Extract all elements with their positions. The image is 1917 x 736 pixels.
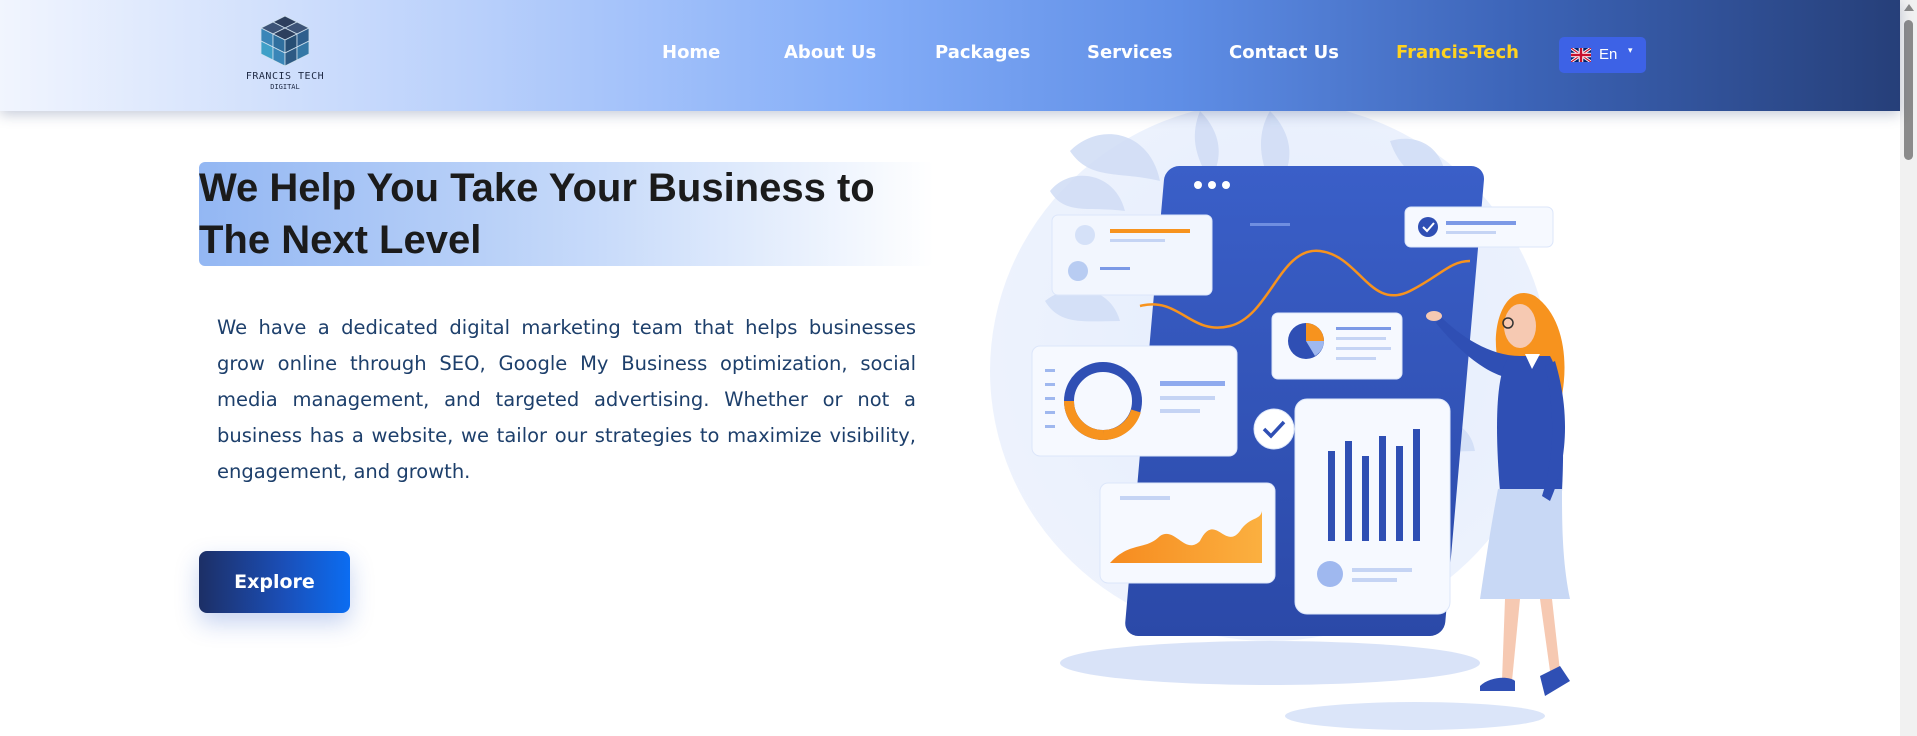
nav-contact-us[interactable]: Contact Us (1229, 42, 1339, 63)
hero-title-line-2: The Next Level (199, 218, 482, 262)
language-selector[interactable]: En ▾ (1559, 37, 1646, 73)
nav-services[interactable]: Services (1087, 42, 1173, 63)
site-header: FRANCIS TECH DIGITAL Home About Us Packa… (0, 0, 1900, 111)
scrollbar-thumb[interactable] (1904, 20, 1913, 160)
logo-subtitle: DIGITAL (270, 83, 300, 91)
nav-packages[interactable]: Packages (935, 42, 1030, 63)
hero-description: We have a dedicated digital marketing te… (217, 316, 916, 483)
uk-flag-icon (1571, 48, 1591, 62)
hero-title-line-1: We Help You Take Your Business to (199, 166, 875, 210)
scroll-up-icon[interactable] (1904, 4, 1914, 11)
logo-name: FRANCIS TECH (245, 71, 325, 82)
chevron-down-icon: ▾ (1628, 46, 1633, 56)
cube-logo-icon (260, 15, 310, 67)
nav-about-us[interactable]: About Us (784, 42, 876, 63)
explore-button[interactable]: Explore (199, 551, 350, 613)
hero-illustration (950, 101, 1730, 736)
site-logo[interactable]: FRANCIS TECH DIGITAL (234, 14, 336, 94)
nav-home[interactable]: Home (662, 42, 720, 63)
hero-title: We Help You Take Your Business to The Ne… (199, 162, 934, 266)
check-circle-icon (1418, 217, 1438, 237)
nav-francis-tech[interactable]: Francis-Tech (1396, 42, 1519, 63)
page-scrollbar[interactable] (1900, 0, 1917, 736)
language-label: En (1599, 46, 1618, 63)
